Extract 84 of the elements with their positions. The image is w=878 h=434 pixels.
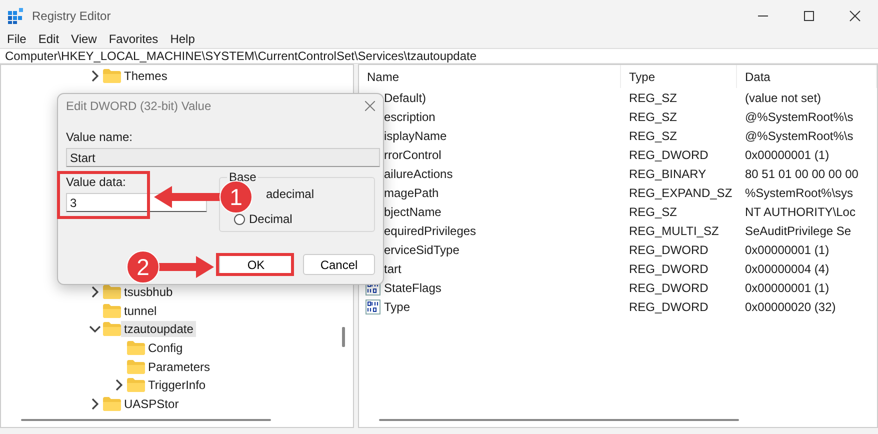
radio-label[interactable]: Decimal (249, 212, 292, 226)
table-cell-text: @%SystemRoot%\s (744, 128, 854, 145)
tree-item[interactable]: tzautoupdate (121, 321, 196, 338)
folder-icon (127, 378, 145, 392)
table-cell-text: REG_DWORD (628, 280, 710, 297)
value-name: magePath (384, 186, 439, 200)
field-label: Value data: (66, 175, 127, 189)
scrollbar-thumb[interactable] (21, 419, 271, 421)
numbered-arrow-drawing: 1 (152, 180, 252, 214)
cancel-button[interactable]: Cancel (303, 254, 375, 275)
folder-icon (127, 340, 145, 355)
app-icon (8, 8, 24, 24)
field-label: Value name: (66, 130, 134, 144)
column-header[interactable]: Name (359, 65, 621, 88)
table-cell-text: REG_DWORD (628, 260, 710, 278)
value-name: StateFlags (384, 280, 442, 295)
collapse-caret-icon[interactable] (89, 323, 101, 336)
table-cell-text: %SystemRoot%\sys (744, 184, 854, 202)
address-bar[interactable]: Computer\HKEY_LOCAL_MACHINE\SYSTEM\CurrentControlSet\Services\tzautoupdate (0, 48, 878, 64)
table-cell-text: (value not set) (744, 90, 822, 107)
table-cell-text: 0x00000001 (1) (744, 146, 830, 164)
menu-item[interactable]: View (66, 32, 102, 46)
tree-item[interactable]: Config (145, 340, 186, 356)
table-cell-text: REG_SZ (628, 128, 678, 145)
value-name: equiredPrivileges (384, 224, 476, 238)
value-name: escription (384, 110, 436, 124)
close-icon[interactable] (365, 101, 375, 111)
tree-item[interactable]: Themes (121, 68, 170, 84)
table-cell-text: 80 51 01 00 00 00 00 (744, 166, 860, 183)
value-name: rrorControl (384, 148, 442, 162)
folder-icon (127, 360, 145, 374)
folder-icon (103, 285, 121, 300)
value-name: bjectName (384, 204, 442, 219)
value-name: ailureActions (384, 166, 453, 181)
expand-caret-icon[interactable] (89, 70, 101, 82)
value-name: Type (384, 300, 410, 314)
menu-item[interactable]: Favorites (104, 32, 164, 46)
value-name: erviceSidType (384, 242, 460, 257)
numbered-arrow-drawing: 2 (126, 250, 216, 284)
value-name: Default) (384, 90, 426, 105)
table-cell-text: NT AUTHORITY\Loc (744, 204, 856, 221)
window-title: Registry Editor (32, 9, 111, 23)
table-cell-text: REG_SZ (628, 204, 678, 221)
table-cell-text: REG_BINARY (628, 166, 708, 183)
menu-item[interactable]: Edit (33, 32, 64, 46)
table-cell-text: 0x00000001 (1) (744, 242, 830, 259)
tree-item[interactable]: Parameters (145, 358, 214, 375)
table-cell-text: REG_DWORD (628, 298, 710, 316)
table-cell-text: REG_SZ (628, 108, 678, 126)
table-cell-text: 0x00000020 (32) (744, 298, 837, 316)
table-cell-text: SeAuditPrivilege Se (744, 222, 852, 240)
binary-value-icon (365, 298, 381, 315)
menu-item[interactable]: File (2, 32, 32, 46)
table-cell-text: @%SystemRoot%\s (744, 108, 854, 126)
value-name: isplayName (384, 128, 447, 143)
table-cell-text: REG_DWORD (628, 242, 710, 259)
value-name-field[interactable]: Start (66, 148, 380, 167)
scrollbar-thumb[interactable] (342, 327, 345, 348)
column-header[interactable]: Data (737, 65, 877, 88)
expand-caret-icon[interactable] (89, 286, 101, 298)
tree-item[interactable]: tunnel (121, 302, 160, 319)
table-cell-text: REG_DWORD (628, 146, 710, 164)
folder-icon (103, 396, 121, 411)
column-header[interactable]: Type (621, 65, 737, 88)
table-cell-text: REG_SZ (628, 90, 678, 107)
radio-label[interactable]: adecimal (266, 187, 314, 201)
folder-icon (103, 68, 121, 83)
folder-icon (103, 322, 121, 336)
expand-caret-icon[interactable] (89, 398, 101, 410)
table-cell-text: REG_MULTI_SZ (628, 222, 720, 240)
radio-button[interactable] (234, 214, 245, 224)
tree-item[interactable]: TriggerInfo (145, 377, 209, 394)
group-label: Base (227, 170, 258, 184)
table-cell-text: 0x00000004 (4) (744, 260, 830, 278)
dialog-title: Edit DWORD (32-bit) Value (66, 99, 212, 113)
tree-item[interactable]: UASPStor (121, 396, 182, 412)
value-name: tart (384, 262, 402, 276)
table-cell-text: 0x00000001 (1) (744, 280, 830, 297)
scrollbar-thumb[interactable] (379, 419, 739, 421)
table-cell-text: REG_EXPAND_SZ (628, 184, 734, 202)
menu-item[interactable]: Help (165, 32, 200, 46)
expand-caret-icon[interactable] (113, 379, 125, 392)
tree-item[interactable]: tsusbhub (121, 284, 176, 300)
folder-icon (103, 304, 121, 318)
